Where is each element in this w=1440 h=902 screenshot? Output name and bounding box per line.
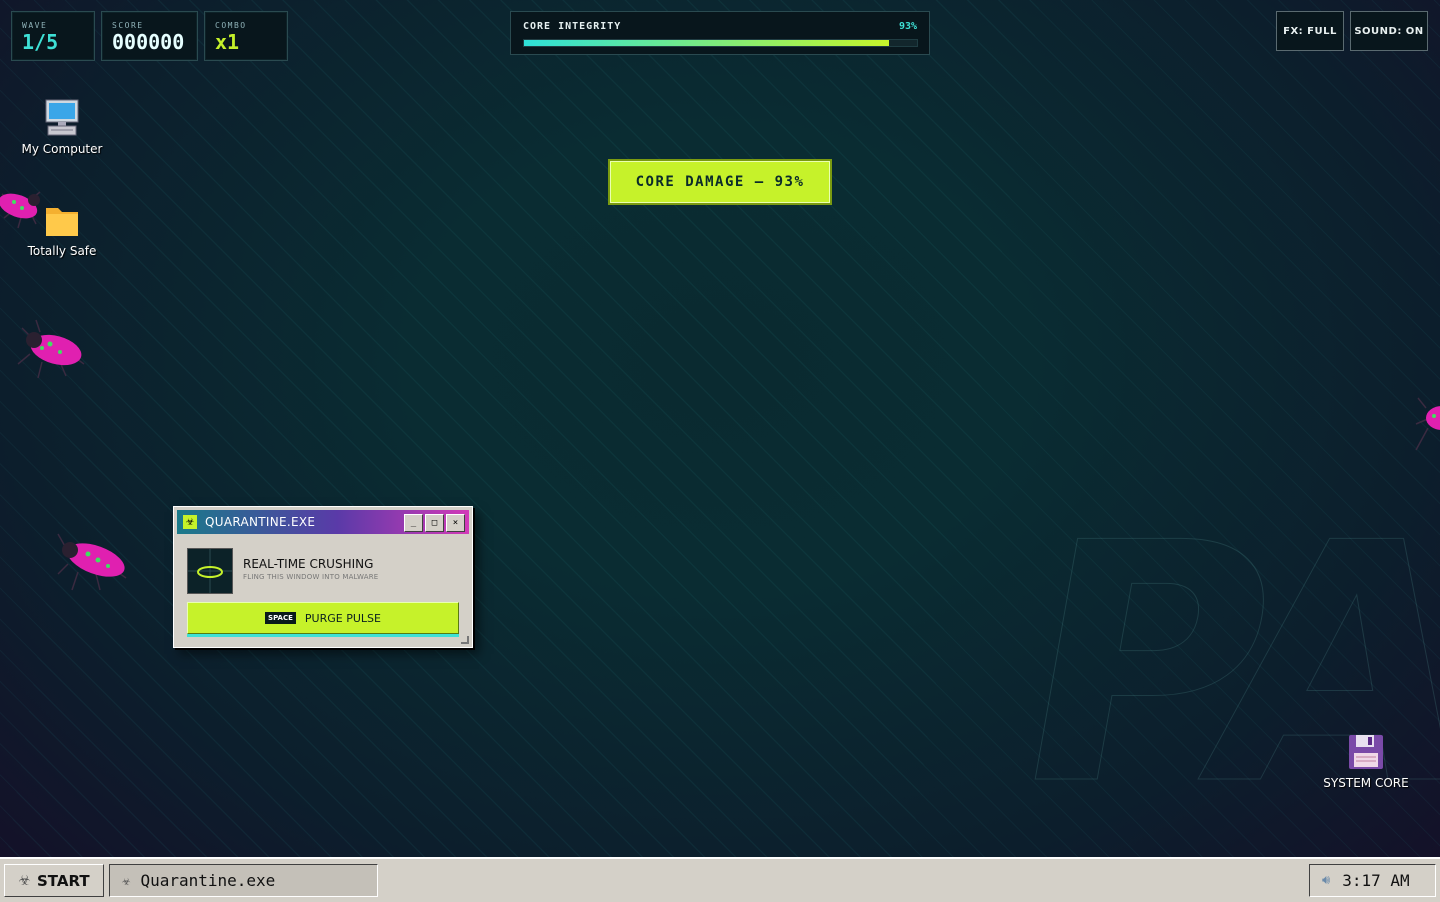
taskbar-item-quarantine[interactable]: ☣ Quarantine.exe <box>109 864 378 897</box>
biohazard-icon: ☣ <box>183 515 197 529</box>
wave-counter: WAVE 1/5 <box>11 11 95 61</box>
computer-icon <box>42 98 82 138</box>
minimize-button[interactable]: _ <box>404 514 423 532</box>
integrity-bar-fill <box>524 40 890 46</box>
combo-label: COMBO <box>215 21 247 30</box>
integrity-bar <box>523 39 918 47</box>
taskbar-item-label: Quarantine.exe <box>140 871 276 890</box>
ring-icon <box>188 549 232 593</box>
fx-toggle-button[interactable]: FX: FULL <box>1276 11 1344 51</box>
malware-bug[interactable] <box>12 318 92 382</box>
desktop-icon-label: Totally Safe <box>27 244 97 258</box>
desktop-icon-label: My Computer <box>21 142 103 156</box>
desktop-icon-my-computer[interactable]: My Computer <box>17 98 107 156</box>
clock: 3:17 AM <box>1342 871 1410 890</box>
purge-pulse-label: PURGE PULSE <box>304 611 381 625</box>
combo-value: x1 <box>215 30 240 54</box>
malware-bug[interactable] <box>52 528 132 596</box>
score-counter: SCORE 000000 <box>101 11 198 61</box>
integrity-percent: 93% <box>898 21 917 32</box>
score-value: 000000 <box>112 30 185 54</box>
start-button[interactable]: ☣ START <box>4 864 104 897</box>
start-label: START <box>36 871 90 890</box>
system-tray: 🔊︎ 3:17 AM <box>1309 864 1436 897</box>
close-button[interactable]: × <box>446 514 465 532</box>
window-title: QUARANTINE.EXE <box>205 515 316 529</box>
biohazard-icon: ☣ <box>122 872 131 889</box>
desktop-icon-system-core[interactable]: SYSTEM CORE <box>1321 732 1411 790</box>
taskbar: ☣ START ☣ Quarantine.exe 🔊︎ 3:17 AM <box>0 857 1440 902</box>
wave-label: WAVE <box>22 21 48 30</box>
cooldown-bar <box>187 634 459 637</box>
purge-pulse-button[interactable]: SPACE PURGE PULSE <box>187 602 459 634</box>
resize-grip-icon[interactable] <box>461 636 469 644</box>
wave-value: 1/5 <box>22 30 59 54</box>
integrity-label: CORE INTEGRITY <box>523 21 622 32</box>
core-integrity-panel: CORE INTEGRITY 93% <box>510 11 930 55</box>
malware-bug[interactable] <box>1412 388 1440 456</box>
combo-counter: COMBO x1 <box>204 11 288 61</box>
core-damage-banner: CORE DAMAGE — 93% <box>610 161 830 203</box>
score-label: SCORE <box>112 21 144 30</box>
malware-bug[interactable] <box>0 180 50 240</box>
window-titlebar[interactable]: ☣ QUARANTINE.EXE _ □ × <box>177 510 469 534</box>
window-subheading: FLING THIS WINDOW INTO MALWARE <box>243 573 379 581</box>
desktop-icon-label: SYSTEM CORE <box>1323 776 1409 790</box>
ring-preview <box>187 548 233 594</box>
space-key-badge: SPACE <box>265 612 296 624</box>
window-heading: REAL-TIME CRUSHING <box>243 557 374 571</box>
biohazard-icon: ☣ <box>18 872 31 889</box>
sound-toggle-button[interactable]: SOUND: ON <box>1350 11 1428 51</box>
maximize-button[interactable]: □ <box>425 514 444 532</box>
speaker-icon[interactable]: 🔊︎ <box>1322 873 1330 888</box>
quarantine-window[interactable]: ☣ QUARANTINE.EXE _ □ × REAL-TIME CRUSHIN… <box>173 506 473 648</box>
floppy-disk-icon <box>1346 732 1386 772</box>
